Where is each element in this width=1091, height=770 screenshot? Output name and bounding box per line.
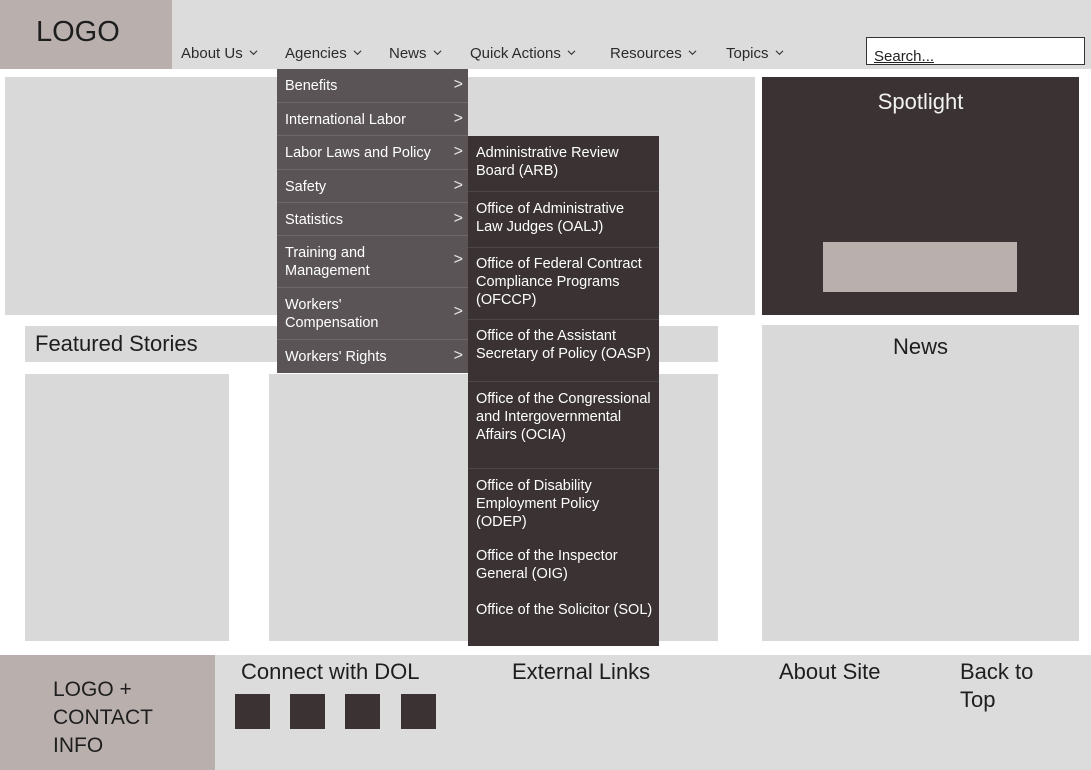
chevron-right-icon: >: [453, 177, 463, 194]
nav-resources[interactable]: Resources: [610, 45, 697, 62]
social-media-icon[interactable]: [235, 694, 270, 729]
menu-item-international-labor[interactable]: International Labor >: [277, 103, 468, 136]
menu-item-label: Labor Laws and Policy: [285, 145, 431, 161]
menu-item-training-management[interactable]: Training and Management >: [277, 236, 468, 288]
logo-text: LOGO: [36, 16, 120, 48]
spotlight-button[interactable]: [823, 242, 1017, 292]
chevron-down-icon: [688, 50, 697, 56]
spotlight-title: Spotlight: [877, 89, 964, 114]
search-input[interactable]: [866, 37, 1085, 65]
submenu-item-label: Office of the Solicitor (SOL): [476, 602, 653, 618]
nav-label: About Us: [181, 45, 243, 62]
submenu-item-label: Office of the Assistant Secretary of Pol…: [476, 328, 651, 362]
submenu-item-label: Office of the Congressional and Intergov…: [476, 391, 651, 443]
agencies-dropdown-menu: Benefits > International Labor > Labor L…: [277, 69, 468, 373]
chevron-right-icon: >: [453, 76, 463, 93]
nav-topics[interactable]: Topics: [726, 45, 784, 62]
menu-item-labor-laws-policy[interactable]: Labor Laws and Policy >: [277, 136, 468, 170]
nav-agencies[interactable]: Agencies: [285, 45, 362, 62]
menu-item-safety[interactable]: Safety >: [277, 170, 468, 203]
footer-back-to-top[interactable]: Back to Top: [960, 658, 1070, 714]
menu-item-label: Workers' Rights: [285, 349, 387, 365]
featured-stories-title: Featured Stories: [35, 331, 198, 356]
menu-item-workers-rights[interactable]: Workers' Rights >: [277, 340, 468, 373]
menu-item-statistics[interactable]: Statistics >: [277, 203, 468, 236]
site-logo[interactable]: LOGO: [0, 0, 172, 69]
news-title: News: [892, 334, 948, 359]
nav-label: Resources: [610, 45, 682, 62]
social-media-icon[interactable]: [345, 694, 380, 729]
spotlight-panel: Spotlight: [762, 77, 1079, 315]
submenu-item-arb[interactable]: Administrative Review Board (ARB): [468, 136, 659, 192]
submenu-item-label: Office of Administrative Law Judges (OAL…: [476, 201, 625, 235]
submenu-item-oasp[interactable]: Office of the Assistant Secretary of Pol…: [468, 320, 659, 382]
social-media-icon[interactable]: [290, 694, 325, 729]
nav-news[interactable]: News: [389, 45, 442, 62]
chevron-right-icon: >: [453, 210, 463, 227]
chevron-down-icon: [433, 50, 441, 56]
chevron-down-icon: [249, 50, 258, 56]
chevron-down-icon: [567, 50, 576, 56]
submenu-item-label: Office of Disability Employment Policy (…: [476, 478, 600, 530]
submenu-item-oalj[interactable]: Office of Administrative Law Judges (OAL…: [468, 192, 659, 248]
menu-item-label: International Labor: [285, 112, 406, 128]
menu-item-label: Statistics: [285, 212, 344, 228]
footer-external-links[interactable]: External Links: [512, 658, 650, 686]
menu-item-label: Workers' Compensation: [285, 297, 379, 331]
menu-item-label: Benefits: [285, 78, 338, 94]
nav-quick-actions[interactable]: Quick Actions: [470, 45, 576, 62]
footer-about-site[interactable]: About Site: [779, 658, 881, 686]
nav-label: Quick Actions: [470, 45, 561, 62]
menu-item-label: Safety: [285, 179, 327, 195]
footer-logo-contact: LOGO + CONTACT INFO: [53, 678, 153, 757]
chevron-down-icon: [775, 50, 784, 56]
chevron-down-icon: [353, 50, 362, 56]
menu-item-workers-compensation[interactable]: Workers' Compensation >: [277, 288, 468, 340]
submenu-item-label: Office of the Inspector General (OIG): [476, 548, 618, 582]
chevron-right-icon: >: [453, 143, 463, 160]
menu-item-label: Training and Management: [285, 245, 370, 279]
chevron-right-icon: >: [453, 303, 463, 320]
submenu-item-label: Administrative Review Board (ARB): [476, 145, 619, 179]
menu-item-benefits[interactable]: Benefits >: [277, 69, 468, 103]
footer-connect-heading: Connect with DOL: [241, 659, 420, 684]
chevron-right-icon: >: [453, 251, 463, 268]
submenu-item-sol[interactable]: Office of the Solicitor (SOL): [468, 600, 659, 646]
nav-label: Agencies: [285, 45, 347, 62]
submenu-item-ocia[interactable]: Office of the Congressional and Intergov…: [468, 382, 659, 469]
labor-laws-submenu: Administrative Review Board (ARB) Office…: [468, 136, 659, 646]
nav-about-us[interactable]: About Us: [181, 45, 258, 62]
social-media-icon[interactable]: [401, 694, 436, 729]
submenu-item-odep[interactable]: Office of Disability Employment Policy (…: [468, 469, 659, 545]
chevron-right-icon: >: [453, 110, 463, 127]
submenu-item-oig[interactable]: Office of the Inspector General (OIG): [468, 545, 659, 600]
nav-label: Topics: [726, 45, 769, 62]
chevron-right-icon: >: [453, 347, 463, 364]
submenu-item-label: Office of Federal Contract Compliance Pr…: [476, 256, 642, 308]
news-panel: [762, 325, 1079, 641]
featured-story-card[interactable]: [25, 374, 229, 641]
submenu-item-ofccp[interactable]: Office of Federal Contract Compliance Pr…: [468, 248, 659, 320]
nav-label: News: [389, 45, 427, 62]
